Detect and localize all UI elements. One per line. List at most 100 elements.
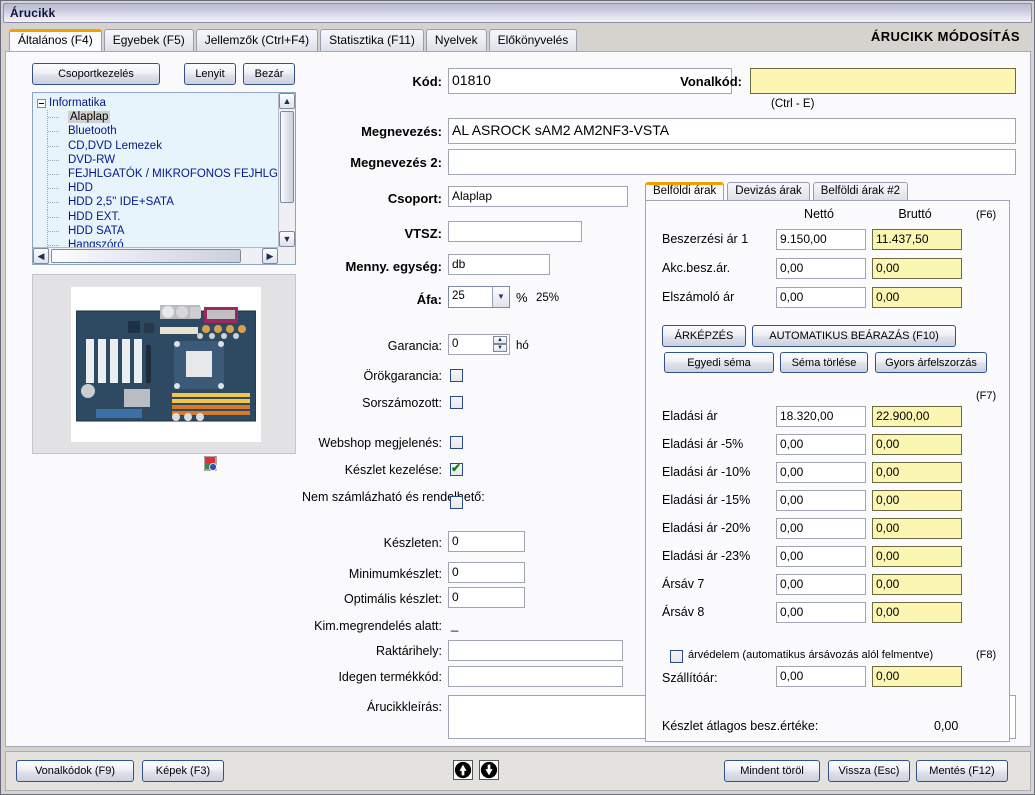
sale-gross-input[interactable]: 0,00 [872,490,962,511]
images-button[interactable]: Képek (F3) [142,760,224,782]
auto-pricing-button[interactable]: AUTOMATIKUS BEÁRAZÁS (F10) [752,325,956,347]
scroll-up-button[interactable]: ▲ [279,93,295,109]
tree-item[interactable]: HDD SATA [37,223,278,239]
previous-record-button[interactable] [453,760,473,780]
name1-input[interactable]: AL ASROCK sAM2 AM2NF3-VSTA [448,118,1016,144]
stepper-down-icon[interactable]: ▼ [493,344,507,352]
tree-item[interactable]: DVD-RW [37,152,278,168]
stepper-up-icon[interactable]: ▲ [493,336,507,344]
price-tab-1[interactable]: Devizás árak [727,182,810,201]
price-tab-2[interactable]: Belföldi árak #2 [812,182,909,201]
barcode-input[interactable] [750,68,1016,94]
category-tree[interactable]: Informatika Alaplap Bluetooth CD,DVD Lemeze… [32,92,296,265]
tab-3[interactable]: Statisztika (F11) [320,29,424,51]
group-manage-button[interactable]: Csoportkezelés [32,63,160,85]
purchase-gross-input[interactable]: 0,00 [872,287,962,308]
sale-net-input[interactable]: 0,00 [776,602,866,623]
sale-gross-input[interactable]: 0,00 [872,574,962,595]
sale-net-input[interactable]: 0,00 [776,490,866,511]
purchase-row-label: Elszámoló ár [662,290,735,304]
sale-net-input[interactable]: 0,00 [776,546,866,567]
stock-managed-checkbox[interactable] [450,461,463,476]
tree-item[interactable]: Hangszóró [37,237,278,247]
sale-net-input[interactable]: 0,00 [776,462,866,483]
tab-5[interactable]: Előkönyvelés [488,29,578,51]
tree-item[interactable]: Alaplap [37,110,278,125]
min-stock-input[interactable]: 0 [448,562,525,583]
barcodes-button[interactable]: Vonalkódok (F9) [16,760,134,782]
sale-net-input[interactable]: 0,00 [776,518,866,539]
tree-horizontal-scrollbar[interactable]: ◀ ▶ [33,247,278,264]
purchase-net-input[interactable]: 0,00 [776,287,866,308]
delete-scheme-button[interactable]: Séma törlése [780,352,868,373]
tab-2[interactable]: Jellemzők (Ctrl+F4) [195,29,319,51]
tree-root-node[interactable]: Informatika [37,96,278,110]
sale-gross-input[interactable]: 0,00 [872,434,962,455]
tree-hscroll-thumb[interactable] [51,249,241,263]
tree-collapse-icon[interactable] [37,99,46,108]
chevron-down-icon[interactable] [492,287,509,307]
expand-tree-button[interactable]: Lenyit [184,63,236,85]
tree-item-label: DVD-RW [68,153,116,166]
delivery-gross-input[interactable]: 0,00 [872,666,962,687]
custom-scheme-button[interactable]: Egyedi séma [664,352,774,373]
warranty-stepper[interactable]: 0 ▲ ▼ [448,334,510,355]
group-input[interactable]: Alaplap [448,186,628,207]
stock-managed-label: Készlet kezelése: [344,463,442,477]
unit-input[interactable]: db [448,254,550,275]
webshop-checkbox[interactable] [450,436,463,449]
purchase-net-input[interactable]: 9.150,00 [776,229,866,250]
tree-item[interactable]: CD,DVD Lemezek [37,138,278,153]
sale-gross-input[interactable]: 0,00 [872,546,962,567]
unit-label: Menny. egység: [345,259,442,274]
tab-4[interactable]: Nyelvek [425,29,487,51]
tree-vertical-scrollbar[interactable]: ▲ ▼ [278,93,295,247]
next-record-button[interactable] [479,760,499,780]
sale-gross-input[interactable]: 22.900,00 [872,406,962,427]
bottom-toolbar: Vonalkódok (F9) Képek (F3) Mindent töröl… [5,751,1031,791]
back-button[interactable]: Vissza (Esc) [828,760,910,782]
scroll-right-button[interactable]: ▶ [262,248,278,264]
delivery-net-input[interactable]: 0,00 [776,666,866,687]
tab-0[interactable]: Általános (F4) [9,29,102,51]
vat-select[interactable]: 25 [448,286,510,308]
serialized-checkbox[interactable] [450,396,463,409]
sale-gross-input[interactable]: 0,00 [872,518,962,539]
scroll-down-button[interactable]: ▼ [279,231,295,247]
picture-attachment-icon[interactable] [204,456,218,472]
tree-item-label: HDD EXT. [68,210,121,223]
stepper-buttons[interactable]: ▲ ▼ [493,336,507,353]
price-protection-checkbox[interactable] [670,650,683,663]
tree-item[interactable]: FEJHLGATÓK / MIKROFONOS FEJHLGA [37,166,278,182]
opt-stock-label: Optimális készlet: [344,592,442,606]
vtsz-input[interactable] [448,221,582,242]
not-invoiceable-checkbox[interactable] [450,496,463,509]
purchase-gross-input[interactable]: 0,00 [872,258,962,279]
purchase-net-input[interactable]: 0,00 [776,258,866,279]
tree-item[interactable]: HDD 2,5'' IDE+SATA [37,195,278,210]
tree-item[interactable]: HDD [37,181,278,196]
foreign-code-input[interactable] [448,666,623,687]
save-button[interactable]: Mentés (F12) [916,760,1008,782]
sale-net-input[interactable]: 18.320,00 [776,406,866,427]
tree-item[interactable]: HDD EXT. [37,209,278,224]
pricing-button[interactable]: ÁRKÉPZÉS [662,325,746,347]
sale-net-input[interactable]: 0,00 [776,434,866,455]
in-stock-input[interactable]: 0 [448,531,525,552]
tab-1[interactable]: Egyebek (F5) [103,29,194,51]
collapse-tree-button[interactable]: Bezár [243,63,295,85]
sale-gross-input[interactable]: 0,00 [872,462,962,483]
purchase-gross-input[interactable]: 11.437,50 [872,229,962,250]
quick-multiply-button[interactable]: Gyors árfelszorzás [875,352,987,373]
warehouse-input[interactable] [448,640,623,661]
lifetime-warranty-checkbox[interactable] [450,369,463,382]
sale-net-input[interactable]: 0,00 [776,574,866,595]
delete-all-button[interactable]: Mindent töröl [724,760,820,782]
sale-gross-input[interactable]: 0,00 [872,602,962,623]
name2-input[interactable] [448,149,1016,175]
scroll-left-button[interactable]: ◀ [33,248,49,264]
price-tab-0[interactable]: Belföldi árak [645,182,725,201]
tree-item[interactable]: Bluetooth [37,124,278,139]
warranty-suffix: hó [516,340,529,352]
opt-stock-input[interactable]: 0 [448,587,525,608]
